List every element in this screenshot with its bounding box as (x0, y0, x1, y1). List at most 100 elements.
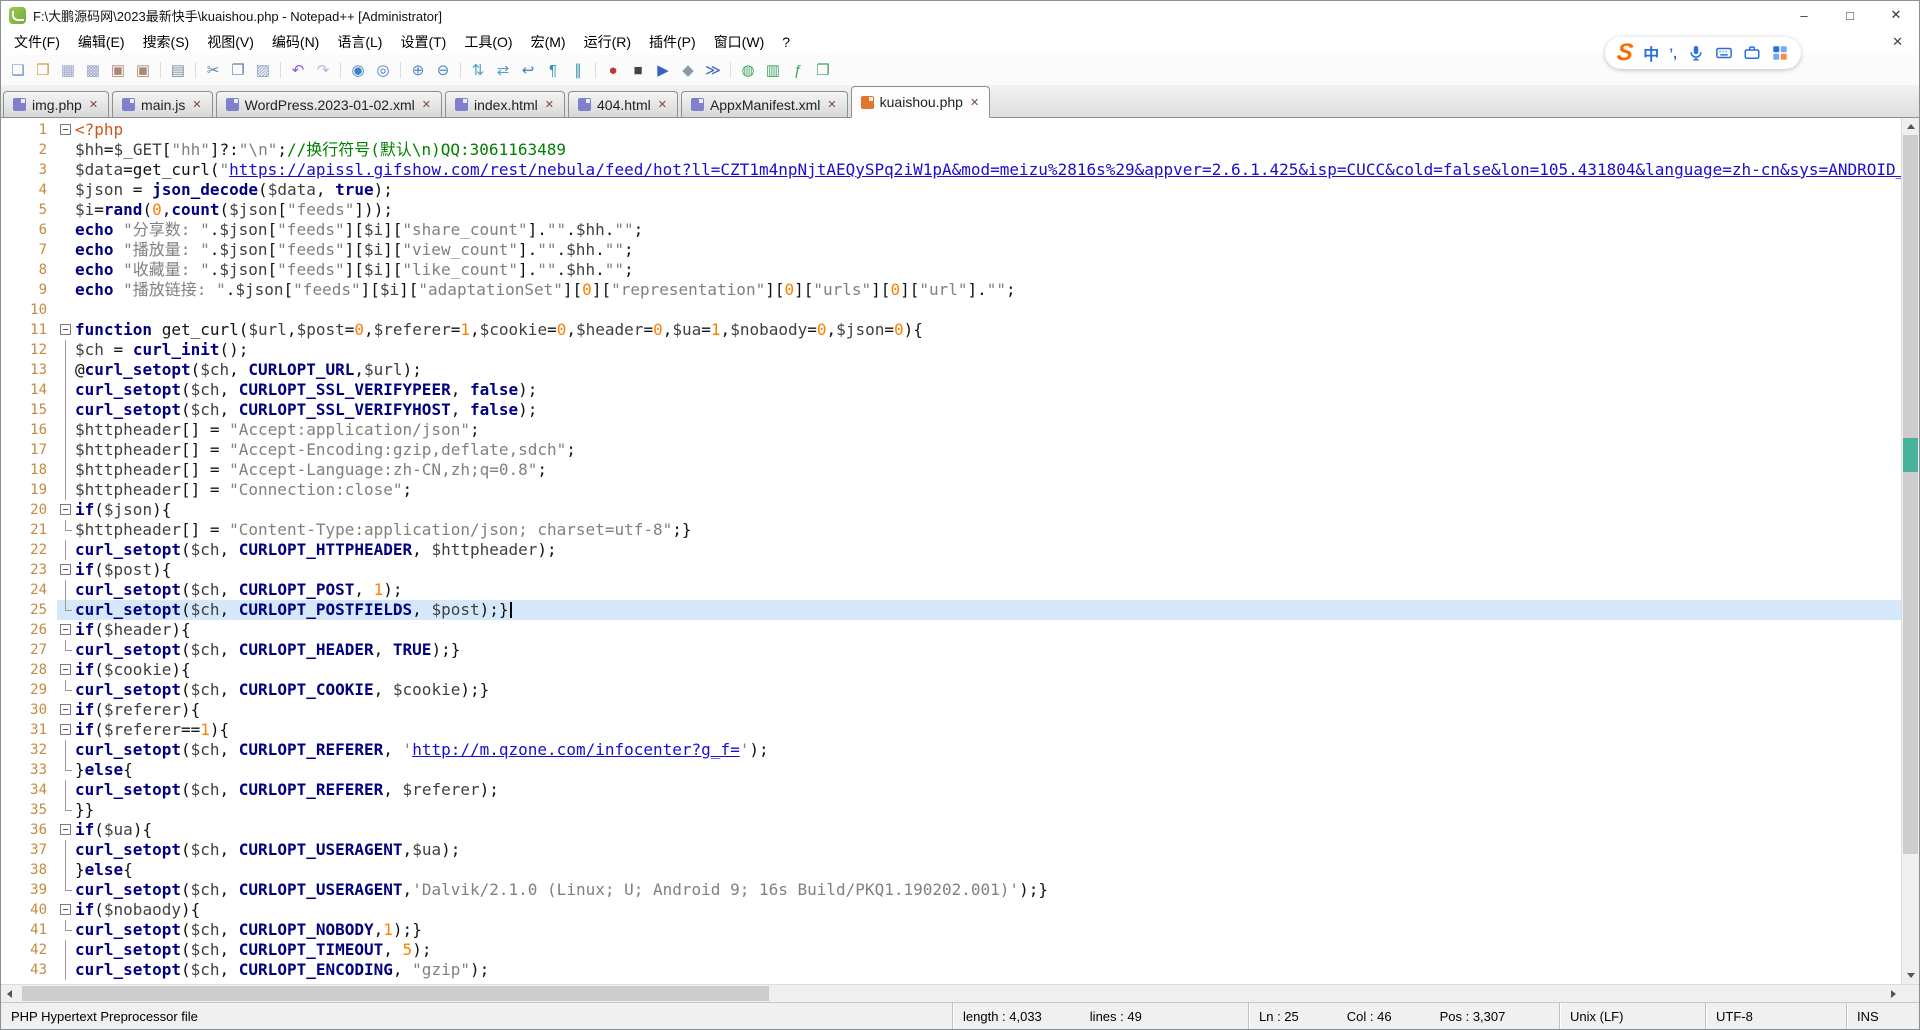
monitoring-icon[interactable]: ◍ (737, 59, 759, 81)
cut-icon[interactable]: ✂ (202, 59, 224, 81)
horizontal-scrollbar-track[interactable] (18, 985, 1885, 1002)
code-line[interactable]: 21$httpheader[] = "Content-Type:applicat… (1, 520, 1901, 540)
print-icon[interactable]: ▤ (167, 59, 189, 81)
ime-grid-menu-icon[interactable] (1771, 44, 1789, 62)
fold-collapse-icon[interactable] (57, 320, 75, 340)
close-button[interactable]: ✕ (1873, 1, 1919, 29)
tab-close-icon[interactable]: ✕ (657, 98, 668, 111)
vertical-scrollbar[interactable] (1901, 118, 1919, 984)
fold-collapse-icon[interactable] (57, 620, 75, 640)
menu-item-tools[interactable]: 工具(O) (455, 29, 521, 55)
code-line[interactable]: 38}else{ (1, 860, 1901, 880)
tab-close-icon[interactable]: ✕ (826, 98, 837, 111)
code-line[interactable]: 35}} (1, 800, 1901, 820)
code-line[interactable]: 40if($nobaody){ (1, 900, 1901, 920)
code-line[interactable]: 17$httpheader[] = "Accept-Encoding:gzip,… (1, 440, 1901, 460)
fold-collapse-icon[interactable] (57, 560, 75, 580)
status-doc-size[interactable]: length : 4,033 lines : 49 (952, 1003, 1248, 1029)
toolbox-icon[interactable] (1743, 44, 1761, 62)
tab-appxmanifest-xml[interactable]: AppxManifest.xml✕ (681, 91, 848, 117)
code-line[interactable]: 26if($header){ (1, 620, 1901, 640)
find-icon[interactable]: ◉ (347, 59, 369, 81)
indent-guide-icon[interactable]: ∥ (567, 59, 589, 81)
zoom-in-icon[interactable]: ⊕ (407, 59, 429, 81)
code-line[interactable]: 25curl_setopt($ch, CURLOPT_POSTFIELDS, $… (1, 600, 1901, 620)
code-line[interactable]: 3$data=get_curl("https://apissl.gifshow.… (1, 160, 1901, 180)
ime-punctuation-indicator[interactable]: ’, (1669, 45, 1677, 61)
code-line[interactable]: 42curl_setopt($ch, CURLOPT_TIMEOUT, 5); (1, 940, 1901, 960)
code-line[interactable]: 5$i=rand(0,count($json["feeds"])); (1, 200, 1901, 220)
tab-img-php[interactable]: img.php✕ (3, 91, 109, 117)
menu-item-settings[interactable]: 设置(T) (391, 29, 455, 55)
menu-item-view[interactable]: 视图(V) (198, 29, 263, 55)
code-line[interactable]: 34curl_setopt($ch, CURLOPT_REFERER, $ref… (1, 780, 1901, 800)
code-line[interactable]: 22curl_setopt($ch, CURLOPT_HTTPHEADER, $… (1, 540, 1901, 560)
status-cursor-position[interactable]: Ln : 25 Col : 46 Pos : 3,307 (1248, 1003, 1559, 1029)
new-file-icon[interactable]: ❏ (7, 59, 29, 81)
record-macro-icon[interactable]: ● (602, 59, 624, 81)
code-line[interactable]: 43curl_setopt($ch, CURLOPT_ENCODING, "gz… (1, 960, 1901, 980)
tab-wordpress-2023-01-02-xml[interactable]: WordPress.2023-01-02.xml✕ (216, 91, 442, 117)
code-line[interactable]: 20if($json){ (1, 500, 1901, 520)
status-insert-mode[interactable]: INS (1846, 1003, 1919, 1029)
tab-close-icon[interactable]: ✕ (544, 98, 555, 111)
menu-item-search[interactable]: 搜索(S) (134, 29, 199, 55)
vertical-scrollbar-thumb[interactable] (1903, 135, 1918, 854)
fold-collapse-icon[interactable] (57, 700, 75, 720)
undo-icon[interactable]: ↶ (287, 59, 309, 81)
menu-item-plugins[interactable]: 插件(P) (640, 29, 705, 55)
code-line[interactable]: 13@curl_setopt($ch, CURLOPT_URL,$url); (1, 360, 1901, 380)
ime-language-indicator[interactable]: 中 (1643, 41, 1659, 65)
code-line[interactable]: 39curl_setopt($ch, CURLOPT_USERAGENT,'Da… (1, 880, 1901, 900)
code-line[interactable]: 33}else{ (1, 760, 1901, 780)
code-line[interactable]: 6echo "分享数: ".$json["feeds"][$i]["share_… (1, 220, 1901, 240)
tab-404-html[interactable]: 404.html✕ (568, 91, 678, 117)
code-line[interactable]: 28if($cookie){ (1, 660, 1901, 680)
play-macro-icon[interactable]: ▶ (652, 59, 674, 81)
code-line[interactable]: 15curl_setopt($ch, CURLOPT_SSL_VERIFYHOS… (1, 400, 1901, 420)
fold-collapse-icon[interactable] (57, 720, 75, 740)
save-icon[interactable]: ▦ (57, 59, 79, 81)
code-line[interactable]: 1<?php (1, 120, 1901, 140)
code-line[interactable]: 8echo "收藏量: ".$json["feeds"][$i]["like_c… (1, 260, 1901, 280)
save-all-icon[interactable]: ▩ (82, 59, 104, 81)
code-line[interactable]: 24curl_setopt($ch, CURLOPT_POST, 1); (1, 580, 1901, 600)
doc-map-icon[interactable]: ▥ (762, 59, 784, 81)
code-line[interactable]: 19$httpheader[] = "Connection:close"; (1, 480, 1901, 500)
fold-collapse-icon[interactable] (57, 820, 75, 840)
menu-item-window[interactable]: 窗口(W) (705, 29, 774, 55)
word-wrap-icon[interactable]: ↩ (517, 59, 539, 81)
tab-index-html[interactable]: index.html✕ (445, 91, 565, 117)
status-encoding[interactable]: UTF-8 (1705, 1003, 1846, 1029)
redo-icon[interactable]: ↷ (312, 59, 334, 81)
fold-collapse-icon[interactable] (57, 660, 75, 680)
tab-close-icon[interactable]: ✕ (88, 98, 99, 111)
scroll-right-arrow-icon[interactable] (1885, 985, 1902, 1002)
soft-keyboard-icon[interactable] (1715, 44, 1733, 62)
code-line[interactable]: 27curl_setopt($ch, CURLOPT_HEADER, TRUE)… (1, 640, 1901, 660)
close-file-icon[interactable]: ▣ (107, 59, 129, 81)
code-line[interactable]: 10 (1, 300, 1901, 320)
horizontal-scrollbar[interactable] (1, 984, 1919, 1002)
function-list-icon[interactable]: ƒ (787, 59, 809, 81)
copy-icon[interactable]: ❐ (227, 59, 249, 81)
open-folder-icon[interactable]: ❒ (32, 59, 54, 81)
scroll-left-arrow-icon[interactable] (1, 985, 18, 1002)
code-line[interactable]: 37curl_setopt($ch, CURLOPT_USERAGENT,$ua… (1, 840, 1901, 860)
code-line[interactable]: 31if($referer==1){ (1, 720, 1901, 740)
code-line[interactable]: 7echo "播放量: ".$json["feeds"][$i]["view_c… (1, 240, 1901, 260)
menu-item-run[interactable]: 运行(R) (575, 29, 640, 55)
scroll-down-arrow-icon[interactable] (1902, 967, 1919, 984)
code-line[interactable]: 41curl_setopt($ch, CURLOPT_NOBODY,1);} (1, 920, 1901, 940)
code-line[interactable]: 32curl_setopt($ch, CURLOPT_REFERER, 'htt… (1, 740, 1901, 760)
close-all-icon[interactable]: ▣ (132, 59, 154, 81)
code-line[interactable]: 12$ch = curl_init(); (1, 340, 1901, 360)
menu-item-file[interactable]: 文件(F) (5, 29, 69, 55)
sync-horizontal-icon[interactable]: ⇄ (492, 59, 514, 81)
sync-vertical-icon[interactable]: ⇅ (467, 59, 489, 81)
tab-kuaishou-php[interactable]: kuaishou.php✕ (851, 86, 991, 118)
scroll-up-arrow-icon[interactable] (1902, 118, 1919, 135)
menu-item-macro[interactable]: 宏(M) (522, 29, 575, 55)
menu-item-encoding[interactable]: 编码(N) (263, 29, 328, 55)
menu-item-edit[interactable]: 编辑(E) (69, 29, 134, 55)
